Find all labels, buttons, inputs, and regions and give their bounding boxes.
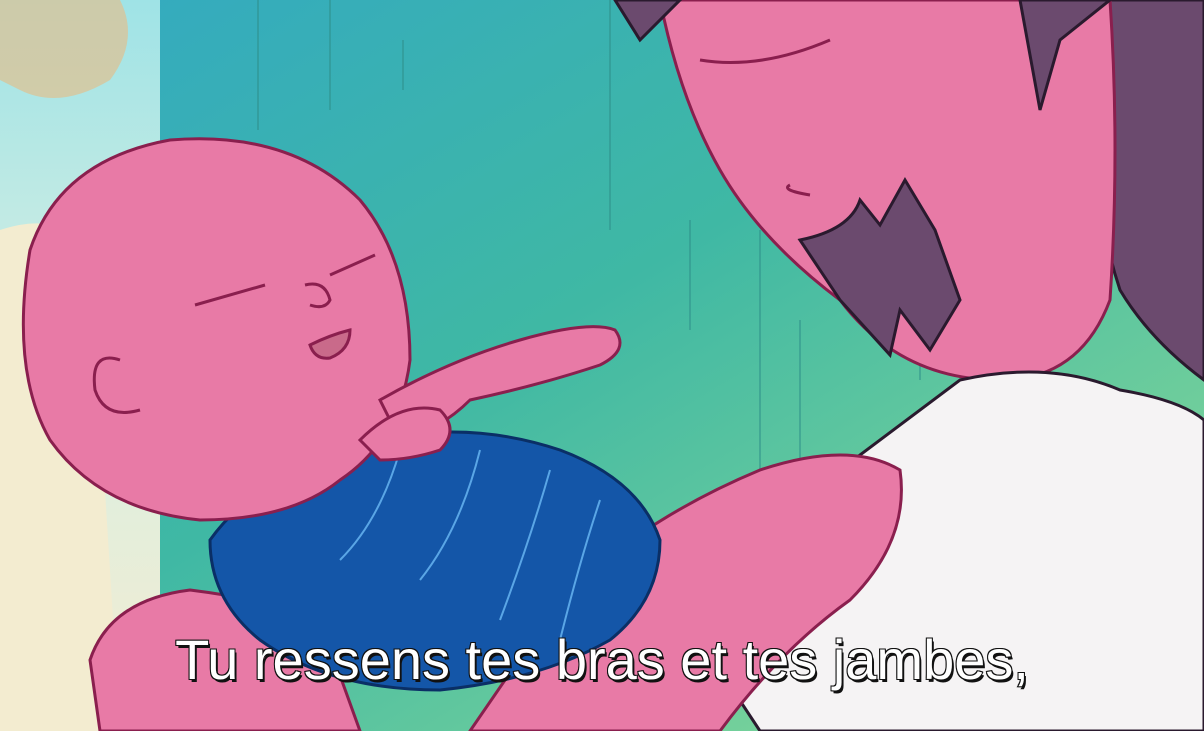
subtitle-caption: Tu ressens tes bras et tes jambes,: [174, 627, 1030, 692]
video-frame: Tu ressens tes bras et tes jambes,: [0, 0, 1204, 731]
animated-scene: [0, 0, 1204, 731]
baby-head: [21, 137, 412, 522]
